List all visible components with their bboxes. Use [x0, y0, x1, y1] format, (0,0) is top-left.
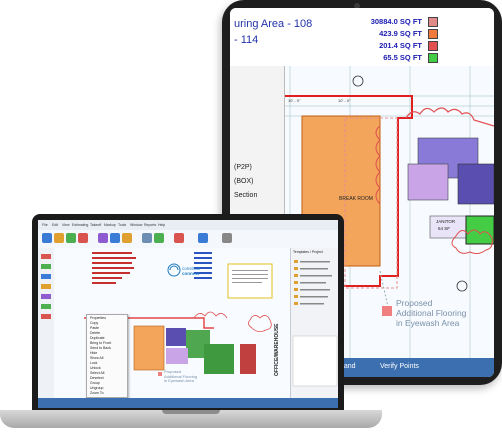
- toolbar-button[interactable]: [154, 233, 164, 243]
- menu-item[interactable]: Show All: [90, 356, 103, 360]
- callout-line: in Eyewash Area: [396, 318, 460, 328]
- menu-item[interactable]: Deselect: [90, 376, 104, 380]
- menu-item[interactable]: Copy: [90, 321, 98, 325]
- toolbar-button[interactable]: [110, 233, 120, 243]
- menu-item-section[interactable]: Section: [234, 192, 257, 199]
- menu-edit[interactable]: Edit: [52, 223, 58, 227]
- toolbar-button[interactable]: [78, 233, 88, 243]
- menu-file[interactable]: File: [42, 223, 48, 227]
- menu-estimating[interactable]: Estimating: [72, 223, 88, 227]
- tool-icons: [41, 254, 51, 319]
- measurement-value: 65.5 SQ FT: [383, 53, 422, 62]
- menu-item[interactable]: Select All: [90, 371, 104, 375]
- room-area-label: 64 SF: [438, 226, 451, 231]
- toolbar-button[interactable]: [198, 233, 208, 243]
- menu-item[interactable]: Delete: [90, 331, 100, 335]
- condition-title: uring Area - 108: [234, 18, 313, 30]
- toolbar-button[interactable]: [174, 233, 184, 243]
- menu-markup[interactable]: Markup: [104, 223, 116, 227]
- svg-text:10' - 0": 10' - 0": [338, 98, 351, 103]
- menu-item[interactable]: Bring to Front: [90, 341, 111, 345]
- menu-item[interactable]: Ungroup: [90, 386, 103, 390]
- status-item-verify-points[interactable]: Verify Points: [380, 363, 419, 370]
- room-label: JANITOR: [436, 219, 456, 224]
- room-label: BREAK ROOM: [339, 196, 373, 202]
- menu-item[interactable]: Unlock: [90, 366, 101, 370]
- menu-item[interactable]: Properties: [90, 316, 106, 320]
- drawing-canvas[interactable]: Properties Copy Paste Delete Duplicate B…: [54, 248, 290, 398]
- menu-item[interactable]: Paste: [90, 326, 99, 330]
- measurement-value: 423.9 SQ FT: [379, 29, 422, 38]
- condition-subtitle: - 114: [234, 34, 259, 46]
- menu-item[interactable]: Duplicate: [90, 336, 105, 340]
- measurement-value: 30884.0 SQ FT: [370, 17, 422, 26]
- menu-item-p2p[interactable]: (P2P): [234, 164, 252, 171]
- color-swatch[interactable]: [428, 41, 438, 51]
- logo-line: connect: [182, 271, 200, 276]
- measurement-value: 201.4 SQ FT: [379, 41, 422, 50]
- menu-item-box[interactable]: (BOX): [234, 178, 253, 185]
- context-menu: (P2P) (BOX) Section: [230, 66, 285, 226]
- laptop-notch: [162, 410, 220, 414]
- laptop-context-menu: Properties Copy Paste Delete Duplicate B…: [86, 314, 128, 398]
- laptop-device: File Edit View Estimating Takeoff Markup…: [32, 214, 344, 412]
- menu-tools[interactable]: Tools: [118, 223, 126, 227]
- toolbar: [38, 230, 338, 249]
- menu-item[interactable]: Zoom To: [90, 391, 104, 395]
- takeoff-header: uring Area - 108 - 114 30884.0 SQ FT 423…: [230, 8, 494, 67]
- toolbar-button[interactable]: [42, 233, 52, 243]
- menu-takeoff[interactable]: Takeoff: [90, 223, 101, 227]
- vertical-label: OFFICE/WAREHOUSE: [274, 323, 280, 376]
- tree-list[interactable]: [291, 256, 338, 396]
- menu-item[interactable]: Group: [90, 381, 100, 385]
- toolbar-button[interactable]: [142, 233, 152, 243]
- toolbar-button[interactable]: [122, 233, 132, 243]
- callout-annotation: Proposed Additional Flooring in Eyewash …: [396, 298, 466, 328]
- callout-line: in Eyewash Area: [164, 378, 194, 383]
- laptop-status-bar: [38, 398, 338, 408]
- callout-line: Proposed: [396, 298, 433, 308]
- menu-item[interactable]: Hide: [90, 351, 97, 355]
- toolbar-button[interactable]: [66, 233, 76, 243]
- right-panel: Templates / Project: [290, 248, 338, 398]
- color-swatch[interactable]: [428, 17, 438, 27]
- menu-item[interactable]: Send to Back: [90, 346, 111, 350]
- panel-title: Templates / Project: [293, 250, 323, 254]
- callout-line: Additional Flooring: [396, 308, 467, 318]
- laptop-callout: Proposed Additional Flooring in Eyewash …: [164, 369, 197, 384]
- toolbar-button[interactable]: [222, 233, 232, 243]
- menu-help[interactable]: Help: [158, 223, 165, 227]
- svg-text:10' - 0": 10' - 0": [288, 98, 301, 103]
- menu-reports[interactable]: Reports: [144, 223, 156, 227]
- menu-item[interactable]: Lock: [90, 361, 97, 365]
- menu-view[interactable]: View: [62, 223, 70, 227]
- color-swatch[interactable]: [428, 53, 438, 63]
- logo-text: construct connect: [182, 266, 200, 276]
- laptop-screen: File Edit View Estimating Takeoff Markup…: [38, 220, 338, 408]
- left-tool-panel: [38, 248, 55, 398]
- toolbar-button[interactable]: [54, 233, 64, 243]
- toolbar-button[interactable]: [98, 233, 108, 243]
- color-swatch[interactable]: [428, 29, 438, 39]
- menu-window[interactable]: Window: [130, 223, 142, 227]
